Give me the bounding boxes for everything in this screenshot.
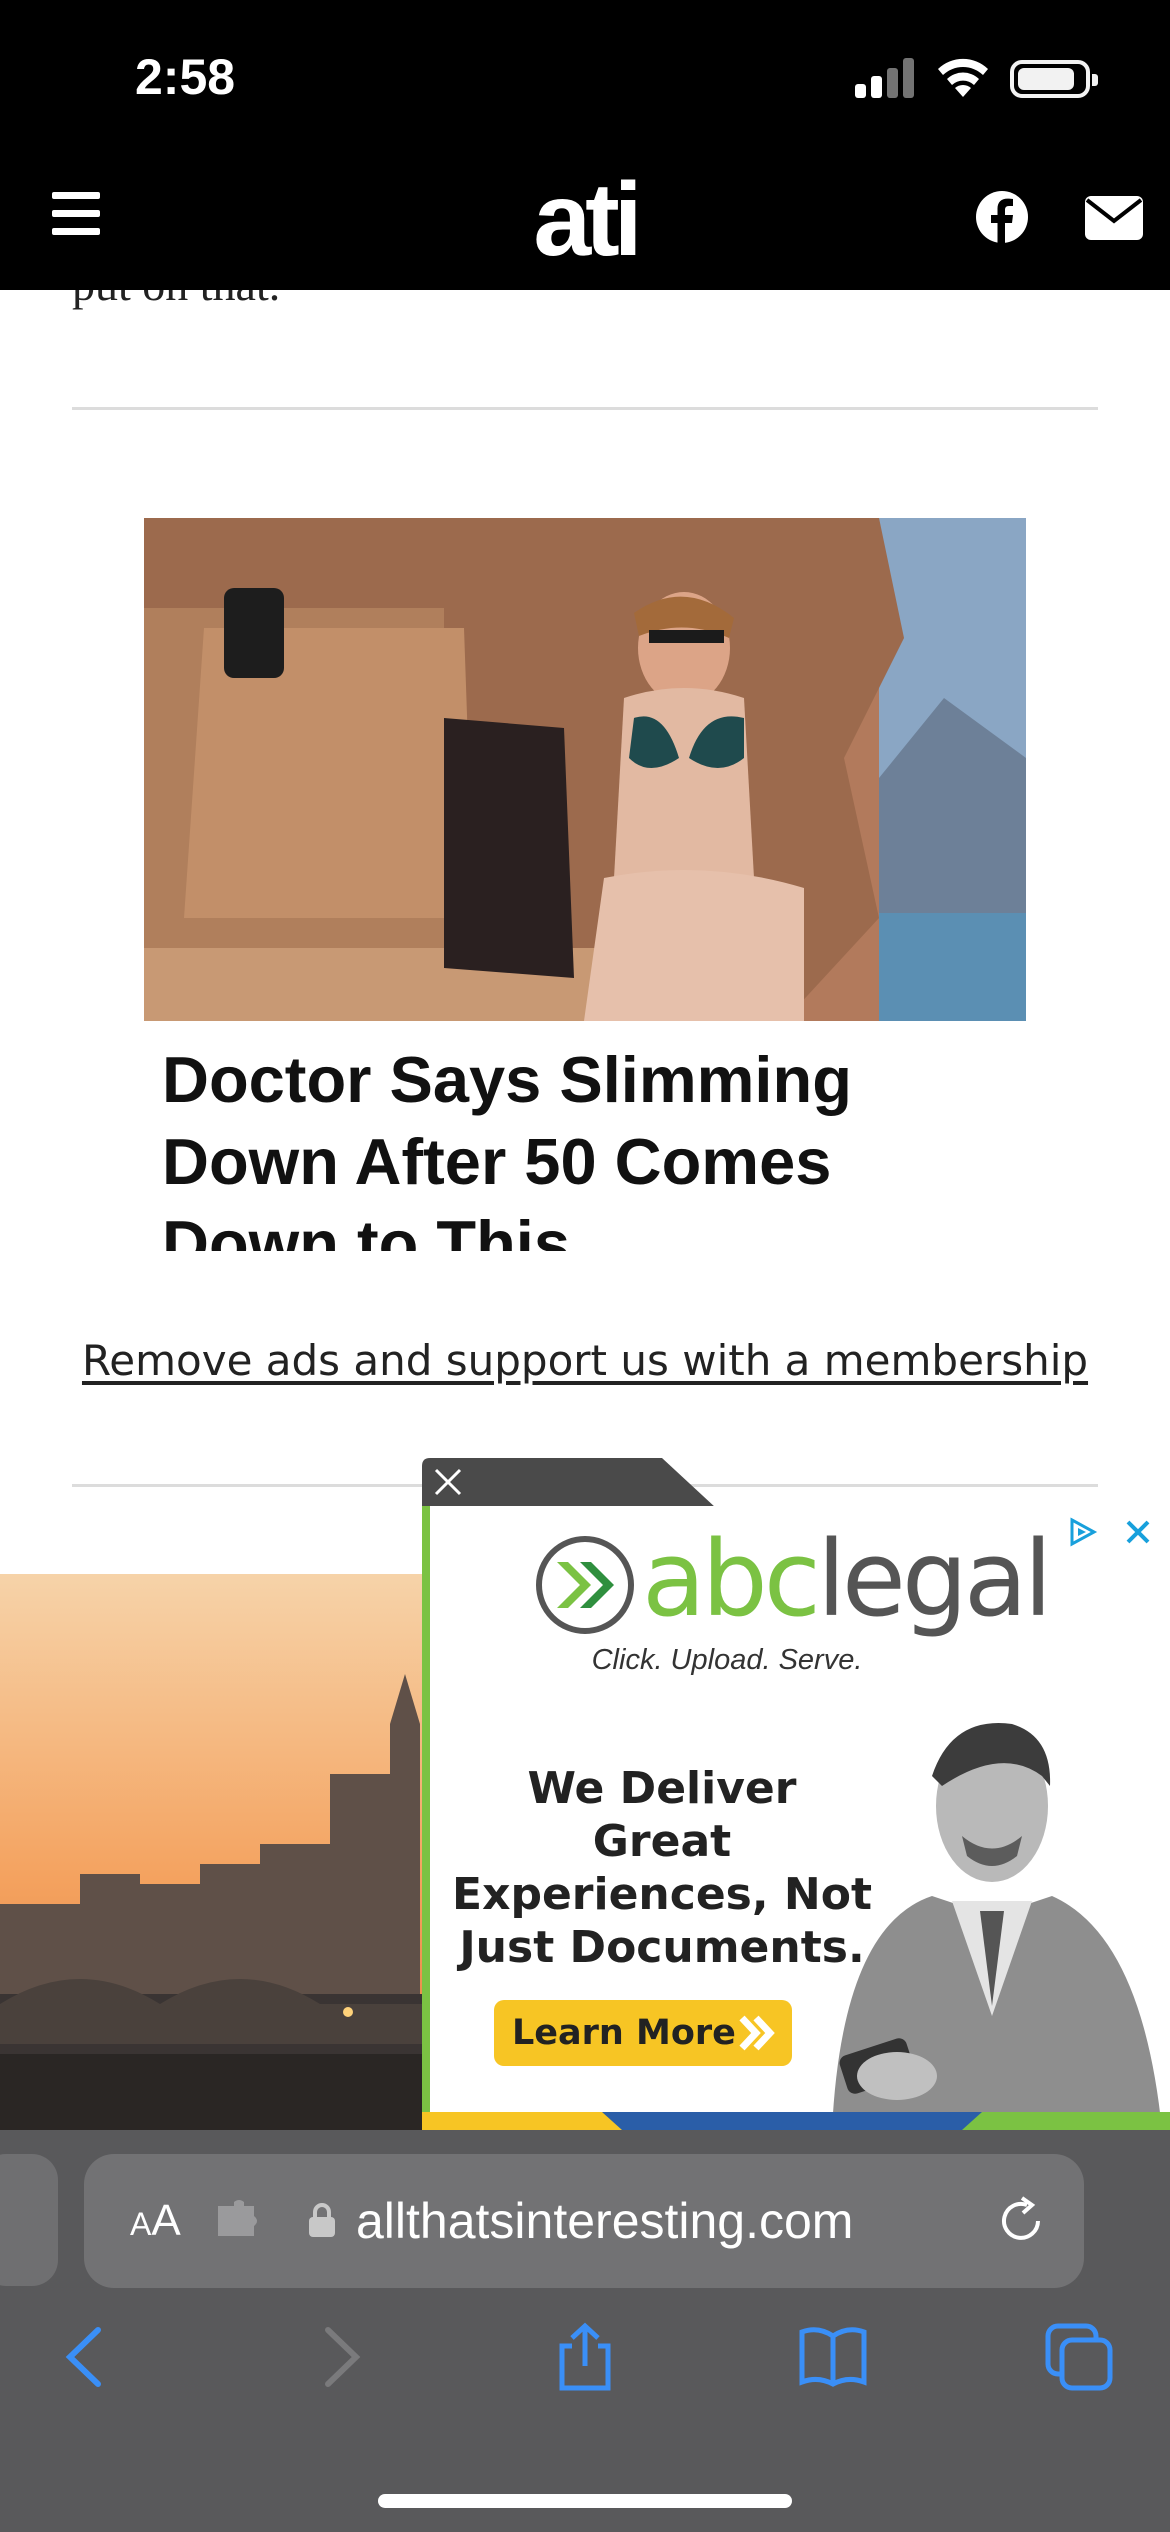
status-bar: 2:58 — [0, 0, 1170, 160]
abclegal-logo: abclegal — [532, 1524, 1092, 1640]
floating-ad[interactable]: abclegal Click. Upload. Serve. We Delive… — [422, 1506, 1170, 2130]
mail-icon[interactable] — [1085, 196, 1143, 240]
url-text[interactable]: allthatsinteresting.com — [356, 2192, 853, 2250]
close-icon[interactable] — [430, 1464, 466, 1500]
remove-ads-link[interactable]: Remove ads and support us with a members… — [0, 1336, 1170, 1385]
facebook-icon[interactable] — [975, 190, 1029, 244]
address-bar[interactable]: AA allthatsinteresting.com — [84, 2154, 1084, 2288]
status-time: 2:58 — [135, 49, 236, 105]
extension-icon[interactable] — [214, 2200, 264, 2242]
lock-icon — [309, 2203, 335, 2237]
back-icon[interactable] — [52, 2322, 122, 2392]
float-ad-tab — [422, 1458, 716, 1508]
ad-photo[interactable] — [144, 518, 1026, 1021]
reload-icon[interactable] — [994, 2194, 1048, 2248]
sponsored-ad-card[interactable]: Doctor Says Slimming Down After 50 Comes… — [144, 518, 1026, 1251]
menu-icon[interactable] — [52, 192, 100, 236]
home-indicator — [378, 2494, 792, 2508]
ad-headline[interactable]: Doctor Says Slimming Down After 50 Comes… — [144, 1039, 1004, 1251]
brand-suffix: legal — [816, 1518, 1053, 1640]
chevron-right-icon — [739, 2015, 775, 2051]
previous-tab-preview[interactable] — [0, 2154, 58, 2286]
ad-bottom-stripe — [422, 2112, 1170, 2130]
forward-icon[interactable] — [304, 2322, 374, 2392]
site-header: ati — [0, 160, 1170, 290]
wifi-icon — [938, 58, 988, 97]
ad-close-icon[interactable] — [1120, 1514, 1156, 1550]
bookmarks-icon[interactable] — [798, 2322, 868, 2392]
battery-icon — [1010, 60, 1098, 98]
tabs-icon[interactable] — [1044, 2322, 1114, 2392]
divider — [72, 407, 1098, 410]
site-logo[interactable]: ati — [520, 160, 650, 290]
reader-settings-button[interactable]: AA — [130, 2196, 181, 2246]
ad-accent-bar — [422, 1506, 430, 2130]
cellular-signal-icon — [855, 58, 915, 98]
share-icon[interactable] — [550, 2322, 620, 2392]
article-image — [0, 1574, 430, 2130]
ad-tagline: Click. Upload. Serve. — [591, 1644, 863, 1676]
learn-more-button[interactable]: Learn More — [494, 2000, 792, 2066]
brand-prefix: abc — [642, 1518, 821, 1640]
ad-illustration — [802, 1676, 1170, 2130]
learn-more-label: Learn More — [512, 2013, 736, 2053]
